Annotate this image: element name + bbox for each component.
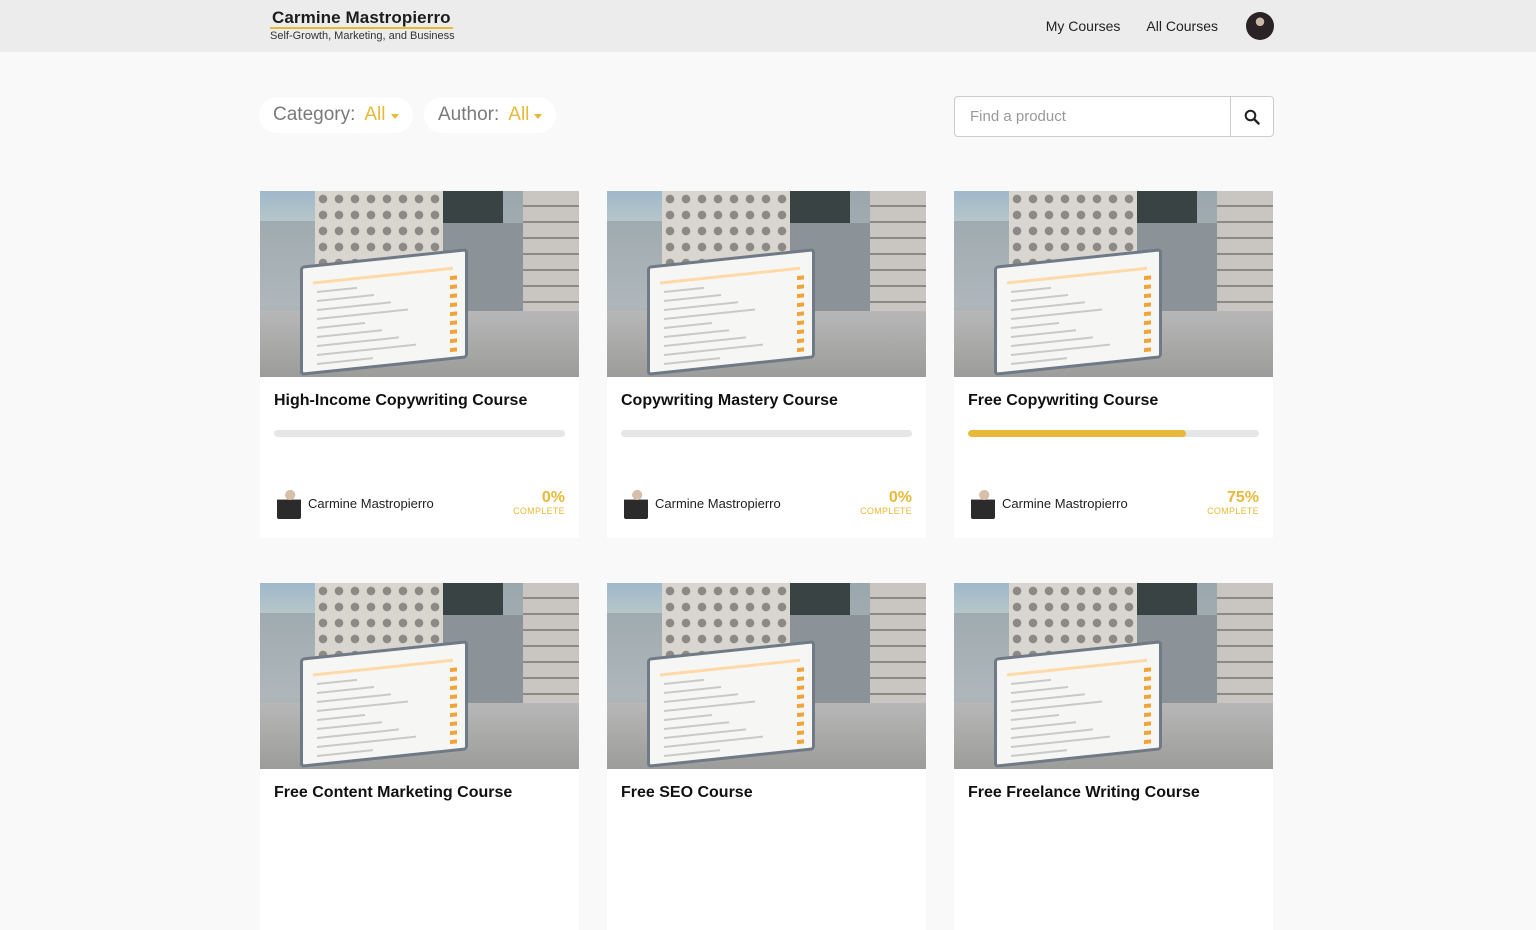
product-search [954,96,1274,137]
course-title[interactable]: Free SEO Course [621,784,753,802]
course-thumbnail[interactable] [954,191,1273,377]
laptop-screen-image [300,640,468,768]
nav-all-courses[interactable]: All Courses [1146,18,1218,34]
course-card[interactable]: Free Freelance Writing Course [954,583,1273,930]
laptop-screen-image [647,640,815,768]
course-title[interactable]: High-Income Copywriting Course [274,392,527,410]
author-avatar [277,489,301,519]
course-title[interactable]: Free Copywriting Course [968,392,1158,410]
course-title[interactable]: Free Content Marketing Course [274,784,512,802]
category-filter-label: Category: [273,104,356,125]
author-filter-value[interactable]: All [508,104,529,126]
completion-label: COMPLETE [860,506,912,516]
completion-badge: 75% COMPLETE [1207,489,1259,516]
brand-tagline: Self-Growth, Marketing, and Business [270,30,455,42]
chevron-down-icon [534,113,543,119]
progress-bar [274,430,565,437]
laptop-screen-image [647,248,815,376]
author-name: Carmine Mastropierro [308,496,434,511]
completion-label: COMPLETE [1207,506,1259,516]
category-filter-value[interactable]: All [364,104,385,126]
laptop-screen-image [994,640,1162,768]
category-filter[interactable]: Category: All [259,97,413,133]
laptop-screen-image [994,248,1162,376]
course-thumbnail[interactable] [260,191,579,377]
course-card[interactable]: Copywriting Mastery Course Carmine Mastr… [607,191,926,538]
author-avatar [624,489,648,519]
author-filter-label: Author: [438,104,500,125]
course-thumbnail[interactable] [954,583,1273,769]
course-card[interactable]: Free Content Marketing Course [260,583,579,930]
brand-logo[interactable]: Carmine Mastropierro Self-Growth, Market… [270,8,455,42]
nav-my-courses[interactable]: My Courses [1046,18,1121,34]
brand-name: Carmine Mastropierro [270,8,453,29]
progress-bar [621,430,912,437]
course-thumbnail[interactable] [607,583,926,769]
completion-label: COMPLETE [513,506,565,516]
top-nav: My Courses All Courses [1046,0,1274,52]
progress-bar [968,430,1259,437]
top-header: Carmine Mastropierro Self-Growth, Market… [0,0,1536,52]
completion-percent: 75% [1226,489,1259,506]
search-input[interactable] [954,96,1230,137]
completion-badge: 0% COMPLETE [860,489,912,516]
completion-percent: 0% [541,489,565,506]
chevron-down-icon [390,113,399,119]
user-avatar[interactable] [1246,12,1274,40]
author-name: Carmine Mastropierro [1002,496,1128,511]
progress-fill [968,430,1187,437]
author-avatar [971,489,995,519]
course-thumbnail[interactable] [260,583,579,769]
course-card[interactable]: High-Income Copywriting Course Carmine M… [260,191,579,538]
completion-percent: 0% [888,489,912,506]
course-card[interactable]: Free SEO Course [607,583,926,930]
course-card[interactable]: Free Copywriting Course Carmine Mastropi… [954,191,1273,538]
course-thumbnail[interactable] [607,191,926,377]
completion-badge: 0% COMPLETE [513,489,565,516]
search-icon [1244,109,1260,125]
course-title[interactable]: Free Freelance Writing Course [968,784,1200,802]
laptop-screen-image [300,248,468,376]
search-button[interactable] [1230,96,1274,137]
author-name: Carmine Mastropierro [655,496,781,511]
author-filter[interactable]: Author: All [424,97,557,133]
course-title[interactable]: Copywriting Mastery Course [621,392,838,410]
